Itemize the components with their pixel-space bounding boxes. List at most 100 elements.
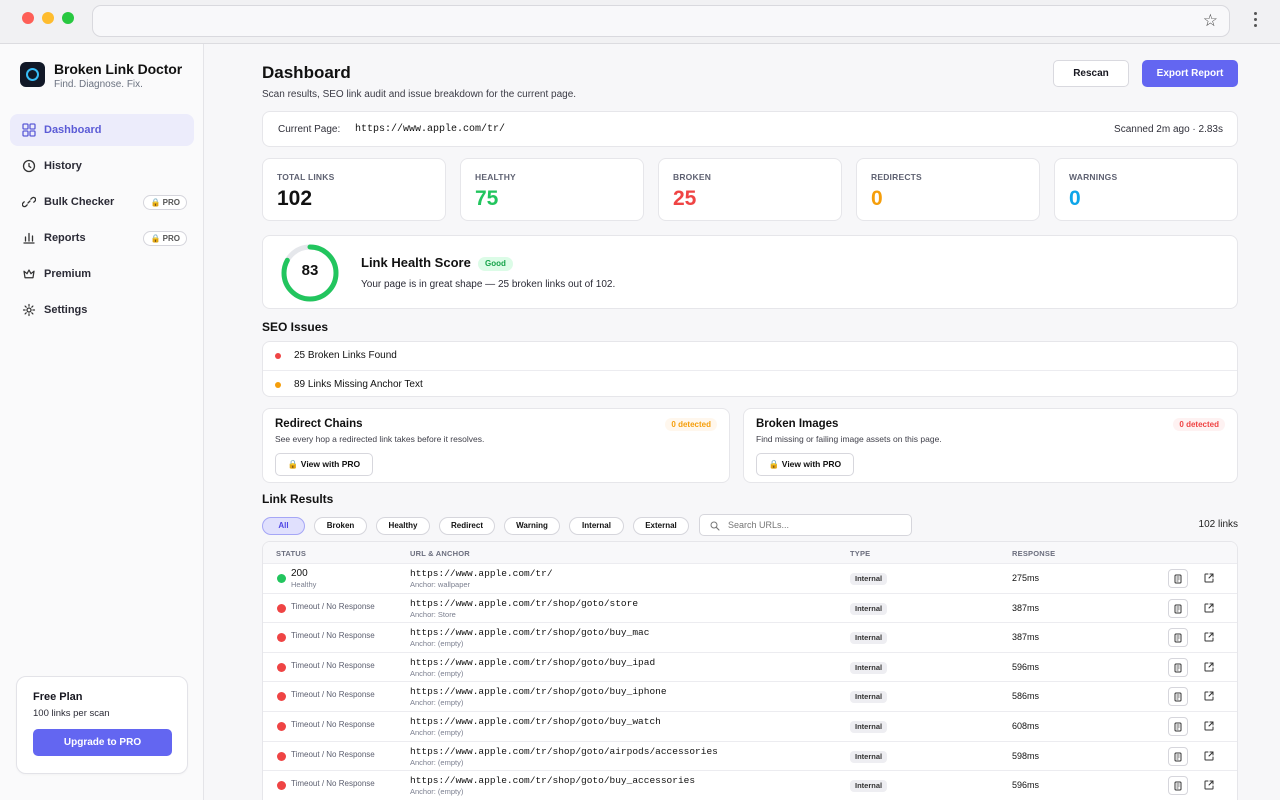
current-page-url: https://www.apple.com/tr/ bbox=[355, 124, 506, 135]
address-bar[interactable]: ☆ bbox=[92, 5, 1230, 37]
open-link-button[interactable] bbox=[1201, 569, 1216, 587]
copy-url-button[interactable] bbox=[1168, 598, 1188, 618]
open-link-button[interactable] bbox=[1201, 687, 1216, 705]
sidebar-item-label: History bbox=[44, 160, 82, 172]
view-with-pro-label: View with PRO bbox=[781, 459, 842, 469]
sidebar-item-history[interactable]: History bbox=[10, 150, 194, 182]
sidebar-item-label: Dashboard bbox=[44, 124, 102, 136]
plan-subtitle: 100 links per scan bbox=[33, 708, 110, 719]
status-dot bbox=[277, 692, 286, 702]
table-row[interactable]: Timeout / No Response https://www.apple.… bbox=[263, 771, 1237, 800]
copy-url-button[interactable] bbox=[1168, 746, 1188, 766]
response-time: 596ms bbox=[1012, 780, 1040, 791]
view-with-pro-button[interactable]: 🔒 View with PRO bbox=[756, 453, 854, 476]
open-link-button[interactable] bbox=[1201, 658, 1216, 676]
link-icon bbox=[22, 196, 36, 208]
open-link-button[interactable] bbox=[1201, 628, 1216, 646]
maximize-window-button[interactable] bbox=[62, 12, 74, 24]
sidebar-item-dashboard[interactable]: Dashboard bbox=[10, 114, 194, 146]
star-icon[interactable]: ☆ bbox=[1203, 11, 1218, 31]
close-window-button[interactable] bbox=[22, 12, 34, 24]
broken-images-card: Broken Images Find missing or failing im… bbox=[743, 408, 1238, 483]
copy-icon bbox=[1174, 781, 1182, 791]
view-with-pro-button[interactable]: 🔒 View with PRO bbox=[275, 453, 373, 476]
link-type-badge: Internal bbox=[850, 573, 888, 585]
copy-url-button[interactable] bbox=[1168, 657, 1188, 677]
table-row[interactable]: Timeout / No Response https://www.apple.… bbox=[263, 623, 1237, 653]
link-anchor: Anchor: (empty) bbox=[410, 668, 464, 678]
stat-label: BROKEN bbox=[673, 172, 712, 182]
search-urls-input[interactable] bbox=[728, 518, 904, 532]
filter-all[interactable]: All bbox=[262, 517, 305, 535]
detected-count-badge: 0 detected bbox=[665, 418, 717, 431]
filter-external[interactable]: External bbox=[633, 517, 689, 535]
app-logo bbox=[20, 62, 45, 87]
link-anchor: Anchor: (empty) bbox=[410, 698, 464, 708]
current-page-label: Current Page: bbox=[278, 124, 341, 135]
table-row[interactable]: Timeout / No Response https://www.apple.… bbox=[263, 653, 1237, 683]
table-row[interactable]: 200 Healthy https://www.apple.com/tr/ Anc… bbox=[263, 564, 1237, 594]
table-row[interactable]: Timeout / No Response https://www.apple.… bbox=[263, 594, 1237, 624]
table-row[interactable]: Timeout / No Response https://www.apple.… bbox=[263, 682, 1237, 712]
status-dot bbox=[277, 633, 286, 643]
filter-internal[interactable]: Internal bbox=[569, 517, 624, 535]
seo-issues-title: SEO Issues bbox=[262, 320, 329, 334]
status-text: Timeout / No Response bbox=[291, 601, 375, 611]
column-status: STATUS bbox=[276, 549, 307, 558]
url-search-box[interactable] bbox=[699, 514, 912, 536]
more-menu-icon[interactable] bbox=[1249, 10, 1261, 32]
page-subtitle: Scan results, SEO link audit and issue b… bbox=[262, 89, 577, 100]
open-link-button[interactable] bbox=[1201, 717, 1216, 735]
export-report-button[interactable]: Export Report bbox=[1142, 60, 1238, 87]
stat-label: TOTAL LINKS bbox=[277, 172, 335, 182]
copy-icon bbox=[1174, 752, 1182, 762]
sidebar-nav: Dashboard History Bulk Checker 🔒 PRO Rep… bbox=[10, 114, 194, 330]
stat-value: 102 bbox=[277, 187, 313, 210]
status-text: Timeout / No Response bbox=[291, 749, 375, 759]
copy-url-button[interactable] bbox=[1168, 717, 1188, 736]
copy-icon bbox=[1174, 604, 1182, 614]
copy-url-button[interactable] bbox=[1168, 687, 1188, 707]
filter-redirect[interactable]: Redirect bbox=[439, 517, 495, 535]
sidebar: Broken Link Doctor Find. Diagnose. Fix. … bbox=[0, 44, 204, 800]
copy-icon bbox=[1174, 663, 1182, 673]
bar-chart-icon bbox=[23, 232, 35, 244]
open-link-button[interactable] bbox=[1201, 776, 1216, 794]
stat-value: 0 bbox=[871, 187, 883, 210]
sidebar-item-premium[interactable]: Premium bbox=[10, 258, 194, 290]
open-link-button[interactable] bbox=[1201, 599, 1216, 617]
filter-warning[interactable]: Warning bbox=[504, 517, 560, 535]
pro-badge-label: PRO bbox=[162, 198, 180, 207]
pro-badge: 🔒 PRO bbox=[143, 231, 187, 246]
copy-url-button[interactable] bbox=[1168, 628, 1188, 648]
open-link-button[interactable] bbox=[1201, 747, 1216, 765]
link-anchor: Anchor: (empty) bbox=[410, 639, 464, 649]
plan-card: Free Plan 100 links per scan Upgrade to … bbox=[16, 676, 188, 774]
column-type: TYPE bbox=[850, 549, 871, 558]
sidebar-item-bulk-checker[interactable]: Bulk Checker 🔒 PRO bbox=[10, 186, 194, 218]
sidebar-item-reports[interactable]: Reports 🔒 PRO bbox=[10, 222, 194, 254]
copy-url-button[interactable] bbox=[1168, 569, 1188, 588]
table-row[interactable]: Timeout / No Response https://www.apple.… bbox=[263, 742, 1237, 772]
stat-card-total-links: TOTAL LINKS 102 bbox=[262, 158, 446, 221]
issue-text: 89 Links Missing Anchor Text bbox=[294, 379, 423, 390]
sidebar-item-settings[interactable]: Settings bbox=[10, 294, 194, 326]
stat-value: 25 bbox=[673, 187, 697, 210]
copy-url-button[interactable] bbox=[1168, 776, 1188, 796]
status-dot bbox=[277, 574, 286, 583]
upgrade-button[interactable]: Upgrade to PRO bbox=[33, 729, 172, 756]
link-type-badge: Internal bbox=[850, 721, 888, 733]
issue-text: 25 Broken Links Found bbox=[294, 350, 397, 361]
minimize-window-button[interactable] bbox=[42, 12, 54, 24]
link-anchor: Anchor: (empty) bbox=[410, 728, 464, 737]
external-link-icon bbox=[1204, 573, 1213, 583]
crown-icon bbox=[23, 269, 35, 279]
health-score-badge: Good bbox=[478, 257, 513, 271]
filter-broken[interactable]: Broken bbox=[314, 517, 367, 535]
table-row[interactable]: Timeout / No Response https://www.apple.… bbox=[263, 712, 1237, 742]
stat-card-redirects: REDIRECTS 0 bbox=[856, 158, 1040, 221]
response-time: 387ms bbox=[1012, 632, 1040, 643]
rescan-button[interactable]: Rescan bbox=[1053, 60, 1129, 87]
filter-healthy[interactable]: Healthy bbox=[376, 517, 430, 535]
response-time: 598ms bbox=[1012, 750, 1040, 761]
